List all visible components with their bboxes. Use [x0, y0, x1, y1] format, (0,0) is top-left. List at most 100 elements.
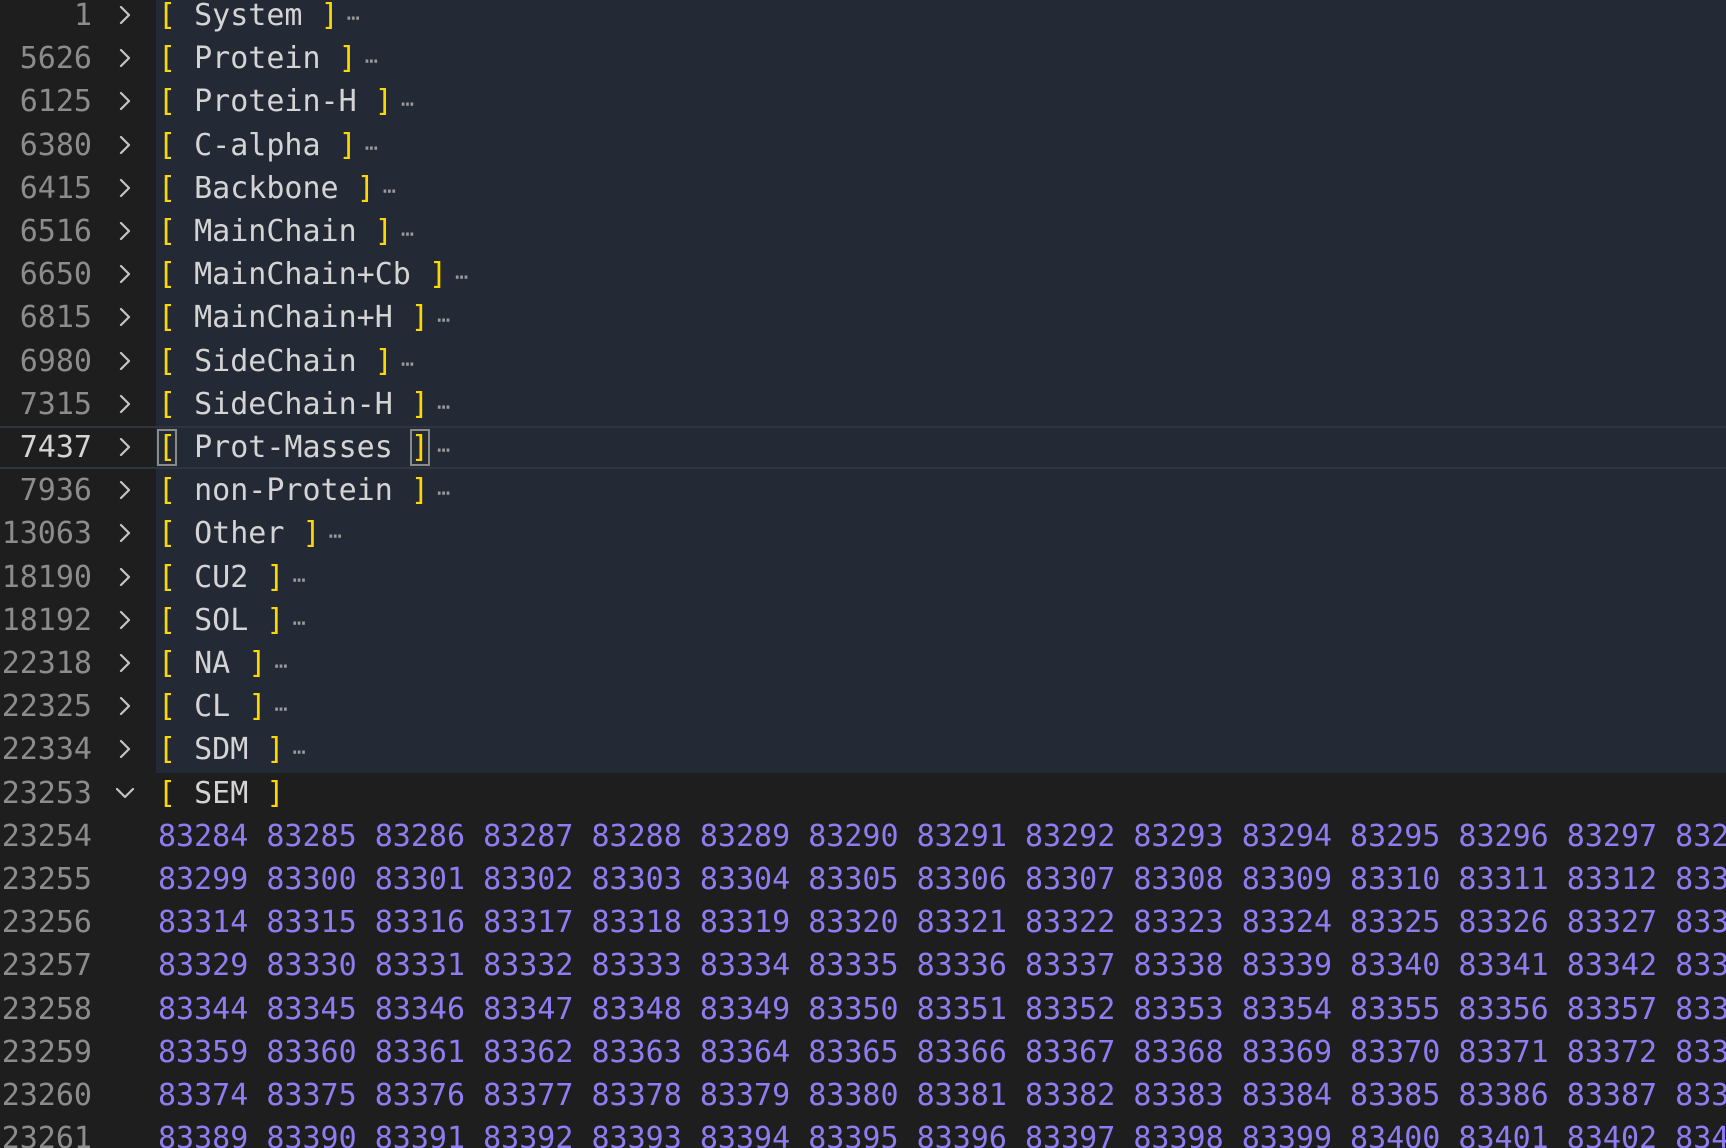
folded-line[interactable]: 6380 [ C-alpha ] ⋯: [0, 124, 1726, 167]
folded-line[interactable]: 18190 [ CU2 ] ⋯: [0, 556, 1726, 599]
folded-line[interactable]: 13063 [ Other ] ⋯: [0, 512, 1726, 555]
data-line[interactable]: 23258 83344 83345 83346 83347 83348 83349…: [0, 988, 1726, 1031]
chevron-right-icon[interactable]: [114, 695, 136, 717]
folded-line[interactable]: 7315 [ SideChain-H ] ⋯: [0, 383, 1726, 426]
chevron-right-icon[interactable]: [114, 479, 136, 501]
folded-ellipsis[interactable]: ⋯: [455, 265, 468, 290]
folded-ellipsis[interactable]: ⋯: [274, 654, 287, 679]
folded-ellipsis[interactable]: ⋯: [401, 222, 414, 247]
line-number: 6125: [19, 84, 92, 120]
chevron-right-icon[interactable]: [114, 393, 136, 415]
chevron-right-icon[interactable]: [114, 134, 136, 156]
folded-line[interactable]: 18192 [ SOL ] ⋯: [0, 599, 1726, 642]
folded-line[interactable]: 22325 [ CL ] ⋯: [0, 685, 1726, 728]
data-line[interactable]: 23261 83389 83390 83391 83392 83393 83394…: [0, 1117, 1726, 1148]
chevron-right-icon[interactable]: [114, 177, 136, 199]
section-header: [ Backbone ] ⋯: [158, 167, 396, 213]
folded-ellipsis[interactable]: ⋯: [365, 136, 378, 161]
folded-ellipsis[interactable]: ⋯: [437, 395, 450, 420]
folded-ellipsis[interactable]: ⋯: [292, 568, 305, 593]
chevron-right-icon[interactable]: [114, 522, 136, 544]
open-bracket: [: [158, 300, 177, 336]
section-header: [ MainChain ] ⋯: [158, 210, 414, 256]
folded-line[interactable]: 22318 [ NA ] ⋯: [0, 642, 1726, 685]
folded-line[interactable]: 22334 [ SDM ] ⋯: [0, 728, 1726, 771]
atom-indices: 83389 83390 83391 83392 83393 83394 8339…: [158, 1121, 1726, 1148]
section-name: Other: [176, 516, 303, 552]
line-number: 23255: [1, 862, 92, 897]
section-header: [ MainChain+H ] ⋯: [158, 296, 450, 342]
line-number: 23253: [1, 775, 92, 811]
line-number: 13063: [1, 516, 92, 552]
folded-line[interactable]: 6415 [ Backbone ] ⋯: [0, 167, 1726, 210]
close-bracket: ]: [266, 775, 285, 811]
line-number: 23256: [1, 905, 92, 941]
section-name: CU2: [176, 559, 267, 595]
folded-line[interactable]: 6650 [ MainChain+Cb ] ⋯: [0, 253, 1726, 296]
folded-ellipsis[interactable]: ⋯: [401, 352, 414, 377]
folded-ellipsis[interactable]: ⋯: [292, 611, 305, 636]
open-bracket: [: [158, 689, 177, 725]
chevron-right-icon[interactable]: [114, 436, 136, 458]
folded-line[interactable]: 7437 [ Prot-Masses ] ⋯: [0, 426, 1726, 469]
section-header: [ SOL ] ⋯: [158, 599, 306, 645]
expanded-line[interactable]: 23253 [ SEM ]: [0, 772, 1726, 815]
chevron-right-icon[interactable]: [114, 4, 136, 26]
folded-line[interactable]: 1 [ System ] ⋯: [0, 0, 1726, 37]
atom-indices: 83374 83375 83376 83377 83378 83379 8338…: [158, 1078, 1726, 1113]
folded-ellipsis[interactable]: ⋯: [401, 92, 414, 117]
chevron-down-icon[interactable]: [114, 782, 136, 804]
data-line[interactable]: 23255 83299 83300 83301 83302 83303 83304…: [0, 858, 1726, 901]
open-bracket: [: [158, 41, 177, 77]
folded-ellipsis[interactable]: ⋯: [347, 6, 360, 31]
section-name: SideChain: [176, 343, 375, 379]
folded-ellipsis[interactable]: ⋯: [274, 697, 287, 722]
chevron-right-icon[interactable]: [114, 652, 136, 674]
folded-ellipsis[interactable]: ⋯: [437, 438, 450, 463]
section-header: [ CU2 ] ⋯: [158, 556, 306, 602]
chevron-right-icon[interactable]: [114, 220, 136, 242]
line-number: 23254: [1, 818, 92, 854]
folded-ellipsis[interactable]: ⋯: [383, 179, 396, 204]
data-line[interactable]: 23260 83374 83375 83376 83377 83378 83379…: [0, 1074, 1726, 1117]
open-bracket: [: [156, 429, 178, 466]
section-name: MainChain+Cb: [176, 257, 429, 293]
open-bracket: [: [158, 516, 177, 552]
folded-ellipsis[interactable]: ⋯: [292, 740, 305, 765]
close-bracket: ]: [248, 689, 267, 725]
folded-line[interactable]: 5626 [ Protein ] ⋯: [0, 37, 1726, 80]
folded-line[interactable]: 6980 [ SideChain ] ⋯: [0, 340, 1726, 383]
folded-line[interactable]: 6815 [ MainChain+H ] ⋯: [0, 296, 1726, 339]
section-header: [ C-alpha ] ⋯: [158, 124, 378, 170]
data-line[interactable]: 23256 83314 83315 83316 83317 83318 83319…: [0, 901, 1726, 944]
line-number: 6415: [19, 170, 92, 206]
chevron-right-icon[interactable]: [114, 263, 136, 285]
chevron-right-icon[interactable]: [114, 350, 136, 372]
line-number: 6815: [19, 300, 92, 336]
code-editor[interactable]: 1 [ System ] ⋯ 5626 [ Protein ] ⋯ 6125 [ Protei…: [0, 0, 1726, 1148]
data-line[interactable]: 23259 83359 83360 83361 83362 83363 83364…: [0, 1031, 1726, 1074]
folded-ellipsis[interactable]: ⋯: [437, 481, 450, 506]
line-number: 23261: [1, 1121, 92, 1148]
folded-ellipsis[interactable]: ⋯: [365, 49, 378, 74]
section-header: [ Prot-Masses ] ⋯: [156, 428, 450, 470]
folded-line[interactable]: 6125 [ Protein-H ] ⋯: [0, 80, 1726, 123]
line-number: 6380: [19, 127, 92, 163]
folded-ellipsis[interactable]: ⋯: [329, 524, 342, 549]
folded-ellipsis[interactable]: ⋯: [437, 308, 450, 333]
data-line[interactable]: 23254 83284 83285 83286 83287 83288 83289…: [0, 815, 1726, 858]
chevron-right-icon[interactable]: [114, 566, 136, 588]
section-name: SOL: [176, 602, 267, 638]
chevron-right-icon[interactable]: [114, 306, 136, 328]
section-name: non-Protein: [176, 473, 411, 509]
folded-line[interactable]: 7936 [ non-Protein ] ⋯: [0, 469, 1726, 512]
chevron-right-icon[interactable]: [114, 738, 136, 760]
close-bracket: ]: [266, 602, 285, 638]
line-number: 6516: [19, 214, 92, 249]
chevron-right-icon[interactable]: [114, 47, 136, 69]
chevron-right-icon[interactable]: [114, 609, 136, 631]
data-line[interactable]: 23257 83329 83330 83331 83332 83333 83334…: [0, 944, 1726, 987]
folded-line[interactable]: 6516 [ MainChain ] ⋯: [0, 210, 1726, 253]
section-header: [ System ] ⋯: [158, 0, 360, 40]
chevron-right-icon[interactable]: [114, 90, 136, 112]
